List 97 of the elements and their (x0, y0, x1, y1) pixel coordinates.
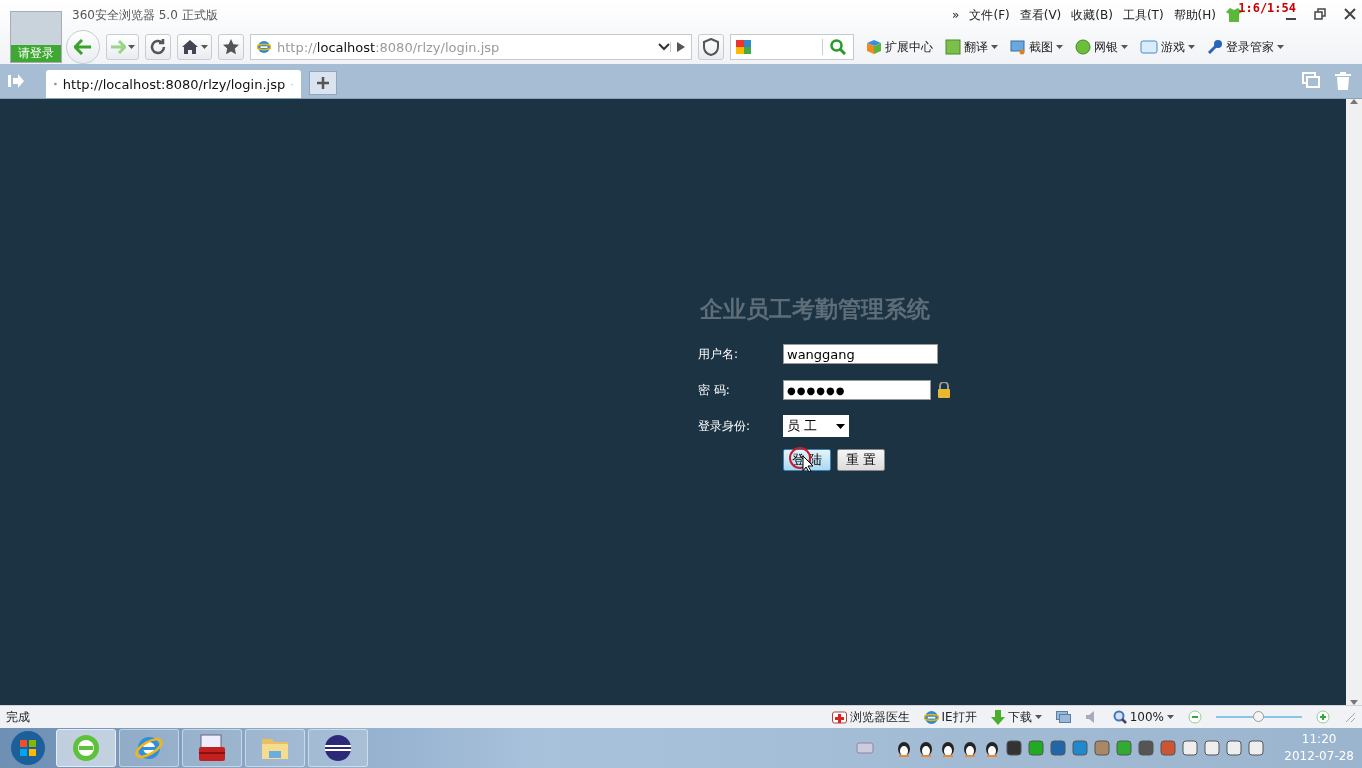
dropdown-icon (658, 43, 670, 51)
caret-icon (128, 45, 135, 49)
tray-icon (1050, 740, 1067, 756)
download-arrow-icon (990, 709, 1005, 725)
forward-arrow-icon (110, 40, 126, 54)
penguin-icon (984, 739, 1001, 757)
page-title: 企业员工考勤管理系统 (700, 294, 931, 324)
address-field[interactable]: http://localhost:8080/rlzy/login.jsp (250, 34, 692, 60)
menu-item[interactable]: 帮助(H) (1173, 6, 1216, 24)
status-button[interactable]: 下载 (990, 708, 1042, 726)
plus-icon (316, 76, 330, 90)
tray-icon (1028, 740, 1045, 756)
zoom-out-icon (1188, 710, 1202, 724)
trash-icon (1334, 72, 1352, 90)
eclipse-icon (323, 733, 353, 763)
tray-icon (1116, 740, 1133, 756)
role-select[interactable]: 员 工 (783, 415, 849, 437)
menu-item[interactable]: 查看(V) (1019, 6, 1062, 24)
coin-icon (1075, 39, 1091, 55)
up-arrow-icon (1350, 99, 1358, 104)
star-icon (223, 39, 239, 55)
tray-icon (1226, 740, 1243, 756)
new-tab-button[interactable] (309, 71, 337, 95)
back-arrow-icon (74, 39, 92, 55)
clock-time: 11:20 (1301, 731, 1337, 748)
key-icon (1207, 39, 1223, 55)
extension-button[interactable]: 网银 (1075, 38, 1128, 56)
menu-item[interactable]: 文件(F) (969, 6, 1010, 24)
keyboard-icon (856, 742, 875, 754)
menu-item[interactable]: 工具(T) (1122, 6, 1164, 24)
tray-icon (1072, 740, 1089, 756)
lock-icon (937, 382, 951, 398)
zoom-in-icon (1316, 710, 1330, 724)
tray-icon (1138, 740, 1155, 756)
tray-icon (1248, 740, 1265, 756)
slider-thumb[interactable] (1253, 710, 1264, 722)
tray-icon (1094, 740, 1111, 756)
penguin-icon (896, 739, 913, 757)
menu-item[interactable]: 收藏(B) (1071, 6, 1113, 24)
penguin-icon (940, 739, 957, 757)
form-button[interactable]: 重 置 (837, 449, 886, 471)
resize-grip-icon (1344, 711, 1356, 723)
search-icon (830, 39, 846, 55)
refresh-button[interactable] (145, 34, 171, 60)
windows-icon (1302, 72, 1320, 88)
field-label: 用户名: (698, 345, 740, 363)
refresh-icon (149, 38, 167, 56)
home-button[interactable] (177, 34, 212, 60)
gamepad-icon (1140, 39, 1158, 55)
extension-button[interactable]: 游戏 (1140, 38, 1195, 56)
recording-timer: 1:6/1:54 (1238, 1, 1296, 15)
penguin-icon (962, 739, 979, 757)
caret-icon (836, 423, 845, 429)
browser-icon (71, 733, 101, 763)
caret-icon (1167, 715, 1174, 719)
window-title: 360安全浏览器 5.0 正式版 (72, 6, 218, 24)
minimize-icon (1286, 18, 1296, 20)
search-field[interactable] (730, 34, 854, 60)
tray-icon (1182, 740, 1199, 756)
status-button[interactable]: IE打开 (923, 708, 977, 726)
start-orb-icon (10, 730, 46, 766)
extension-button[interactable]: 扩展中心 (866, 38, 933, 56)
cube-icon (866, 39, 882, 55)
translate-icon (945, 39, 961, 55)
extension-button[interactable]: 翻译 (945, 38, 998, 56)
extension-button[interactable]: 登录管家 (1207, 38, 1284, 56)
caret-icon (201, 45, 208, 49)
tray-icon (1006, 740, 1023, 756)
browser-tab[interactable]: http://localhost:8080/rlzy/login.jsp (46, 70, 301, 98)
penguin-icon (918, 739, 935, 757)
down-arrow-icon (1350, 700, 1358, 705)
tray-icon (1204, 740, 1221, 756)
toolbox-icon (197, 733, 227, 763)
field-label: 登录身份: (698, 417, 752, 435)
field-label: 密 码: (698, 381, 731, 399)
shield-icon (703, 38, 719, 56)
zoom-button[interactable]: 100% (1112, 710, 1174, 724)
menu-item[interactable]: » (952, 8, 960, 22)
windows-icon (1055, 711, 1071, 723)
restore-icon (1314, 8, 1326, 20)
scrollbar[interactable] (1346, 99, 1362, 705)
extension-button[interactable]: 截图 (1010, 38, 1063, 56)
favorite-button[interactable] (218, 34, 244, 60)
status-button[interactable]: 浏览器医生 (831, 708, 910, 726)
status-text: 完成 (6, 708, 30, 726)
username-field[interactable]: wanggang (783, 344, 938, 364)
password-field[interactable]: ●●●●●● (783, 380, 931, 400)
shield-button[interactable] (698, 34, 724, 60)
sidebar-toggle-icon (8, 74, 24, 88)
screenshot-icon (1010, 39, 1026, 55)
tray-icon (1160, 740, 1177, 756)
clock-date: 2012-07-28 (1284, 748, 1354, 765)
zoom-icon (1112, 710, 1127, 724)
back-button[interactable] (66, 30, 100, 64)
home-icon (181, 39, 199, 55)
medical-kit-icon (831, 710, 847, 724)
play-icon (677, 42, 685, 52)
